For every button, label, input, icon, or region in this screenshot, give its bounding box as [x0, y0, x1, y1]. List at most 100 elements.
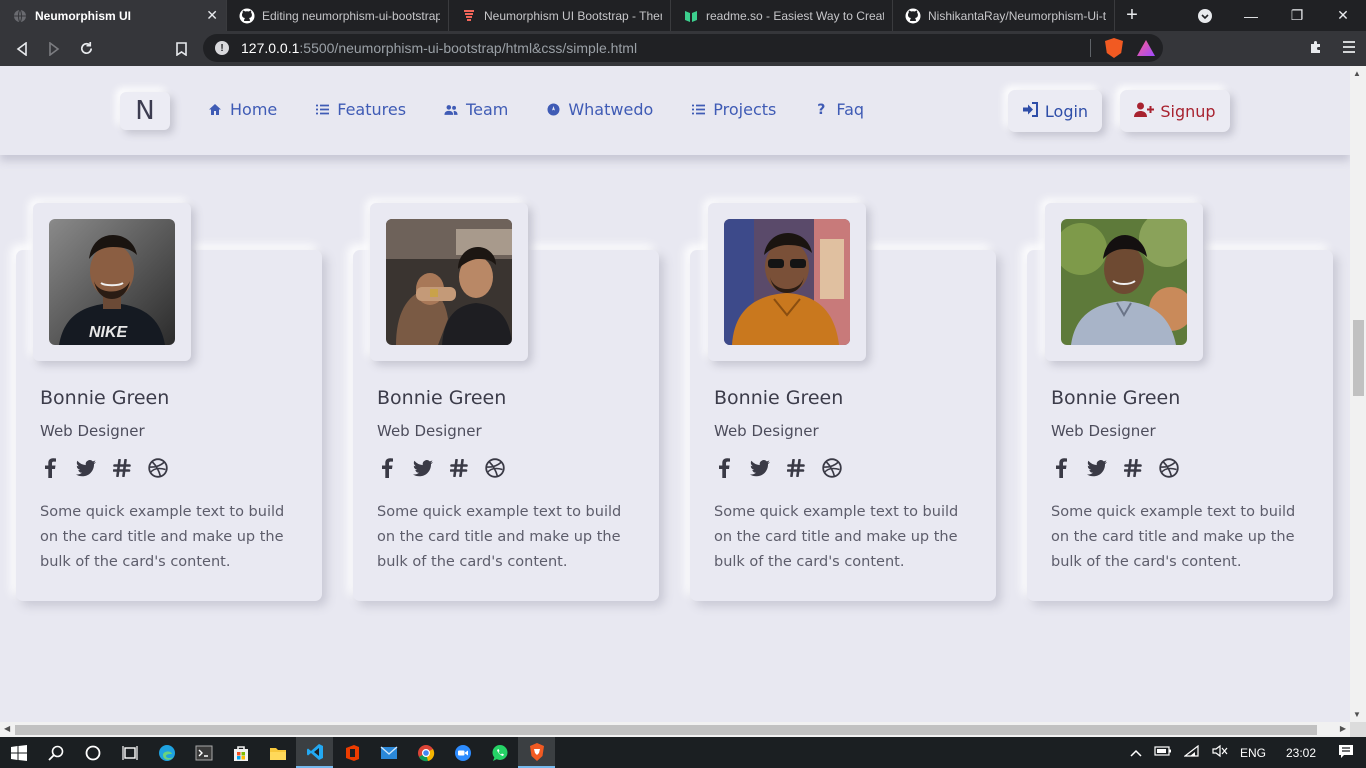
signup-button[interactable]: Signup	[1120, 90, 1230, 132]
notifications-icon[interactable]	[1338, 744, 1354, 762]
scroll-up-icon[interactable]: ▲	[1353, 69, 1361, 78]
nav-link-home[interactable]: Home	[208, 100, 277, 119]
compass-icon	[546, 103, 560, 116]
search-icon[interactable]	[37, 737, 74, 768]
facebook-icon[interactable]	[714, 458, 734, 478]
close-tab-icon[interactable]: ✕	[206, 7, 218, 24]
restore-icon[interactable]: ❐	[1274, 0, 1320, 31]
back-icon[interactable]	[6, 33, 38, 65]
minimize-icon[interactable]: —	[1228, 0, 1274, 31]
themesberg-icon	[461, 8, 477, 24]
dribbble-icon[interactable]	[485, 458, 505, 478]
cortana-icon[interactable]	[74, 737, 111, 768]
twitter-icon[interactable]	[750, 458, 770, 478]
brand-logo[interactable]: N	[120, 92, 170, 130]
scroll-right-icon[interactable]: ▶	[1340, 724, 1346, 733]
brave-rewards-icon[interactable]	[1137, 40, 1155, 56]
chrome-icon[interactable]	[407, 737, 444, 768]
nav-link-label: Home	[230, 100, 278, 119]
tab-search-icon[interactable]	[1182, 0, 1228, 31]
profile-photo: NIKE	[49, 219, 175, 345]
scroll-corner	[1350, 722, 1366, 737]
browser-toolbar: ! 127.0.0.1:5500/neumorphism-ui-bootstra…	[0, 31, 1366, 66]
battery-icon[interactable]	[1154, 745, 1172, 760]
tab-title: readme.so - Easiest Way to Create	[706, 8, 884, 23]
user-plus-icon	[1134, 102, 1155, 121]
forward-icon[interactable]	[38, 33, 70, 65]
nav-link-label: Features	[337, 100, 407, 119]
mail-icon[interactable]	[370, 737, 407, 768]
extensions-icon[interactable]	[1308, 39, 1324, 59]
url-text: 127.0.0.1:5500/neumorphism-ui-bootstrap/…	[241, 40, 638, 56]
slack-icon[interactable]	[449, 458, 469, 478]
windows-start-icon[interactable]	[0, 737, 37, 768]
volume-muted-icon[interactable]	[1212, 744, 1228, 761]
nav-link-features[interactable]: Features	[315, 100, 406, 119]
login-button[interactable]: Login	[1008, 90, 1102, 132]
store-icon[interactable]	[222, 737, 259, 768]
card-name: Bonnie Green	[714, 387, 844, 409]
brave-icon[interactable]	[518, 737, 555, 768]
nav-link-projects[interactable]: Projects	[691, 100, 776, 119]
whatsapp-icon[interactable]	[481, 737, 518, 768]
tab-neumorphism-ui[interactable]: Neumorphism UI ✕	[0, 0, 227, 31]
dribbble-icon[interactable]	[148, 458, 168, 478]
brave-shields-icon[interactable]	[1105, 38, 1123, 58]
tab-editing-neumorphism[interactable]: Editing neumorphism-ui-bootstrap	[227, 0, 449, 31]
tab-readme-so[interactable]: readme.so - Easiest Way to Create	[671, 0, 893, 31]
facebook-icon[interactable]	[40, 458, 60, 478]
language-indicator[interactable]: ENG	[1240, 746, 1266, 760]
users-icon	[444, 104, 458, 116]
card-name: Bonnie Green	[40, 387, 170, 409]
github-icon	[905, 8, 921, 24]
list-icon	[315, 104, 329, 115]
site-navbar: N Home Features Team Whatwedo Projects ?…	[0, 66, 1350, 155]
tab-neumorphism-bootstrap[interactable]: Neumorphism UI Bootstrap - Them	[449, 0, 671, 31]
slack-icon[interactable]	[112, 458, 132, 478]
bookmark-icon[interactable]	[165, 33, 197, 65]
horizontal-scroll-thumb[interactable]	[15, 725, 1317, 735]
scroll-left-icon[interactable]: ◀	[4, 724, 10, 733]
address-bar[interactable]: ! 127.0.0.1:5500/neumorphism-ui-bootstra…	[203, 34, 1163, 62]
card-text: Some quick example text to build on the …	[1051, 504, 1296, 570]
omnibox-divider	[1090, 39, 1091, 57]
task-view-icon[interactable]	[111, 737, 148, 768]
scroll-down-icon[interactable]: ▼	[1353, 710, 1361, 719]
profile-photo	[1061, 219, 1187, 345]
wifi-icon[interactable]	[1183, 744, 1200, 760]
zoom-icon[interactable]	[444, 737, 481, 768]
sign-in-icon	[1022, 101, 1039, 121]
vertical-scroll-thumb[interactable]	[1353, 320, 1364, 396]
twitter-icon[interactable]	[76, 458, 96, 478]
nav-link-faq[interactable]: ? Faq	[814, 100, 864, 119]
show-hidden-icons-icon[interactable]	[1130, 746, 1142, 760]
dribbble-icon[interactable]	[1159, 458, 1179, 478]
twitter-icon[interactable]	[413, 458, 433, 478]
tab-nishikantaray-repo[interactable]: NishikantaRay/Neumorphism-Ui-te	[893, 0, 1115, 31]
menu-icon[interactable]	[1342, 40, 1356, 57]
dribbble-icon[interactable]	[822, 458, 842, 478]
social-links	[40, 458, 168, 478]
slack-icon[interactable]	[786, 458, 806, 478]
close-window-icon[interactable]: ✕	[1320, 0, 1366, 31]
facebook-icon[interactable]	[1051, 458, 1071, 478]
vscode-icon[interactable]	[296, 737, 333, 768]
file-explorer-icon[interactable]	[259, 737, 296, 768]
reload-icon[interactable]	[70, 33, 102, 65]
site-info-icon[interactable]: !	[215, 41, 229, 55]
github-icon	[239, 8, 255, 24]
new-tab-button[interactable]: +	[1115, 0, 1149, 31]
slack-icon[interactable]	[1123, 458, 1143, 478]
facebook-icon[interactable]	[377, 458, 397, 478]
clock[interactable]: 23:02	[1286, 746, 1316, 760]
vertical-scrollbar[interactable]: ▲ ▼	[1350, 66, 1366, 722]
office-icon[interactable]	[333, 737, 370, 768]
terminal-icon[interactable]	[185, 737, 222, 768]
twitter-icon[interactable]	[1087, 458, 1107, 478]
tab-title: Neumorphism UI Bootstrap - Them	[484, 8, 662, 23]
nav-link-team[interactable]: Team	[444, 100, 508, 119]
nav-link-whatwedo[interactable]: Whatwedo	[546, 100, 653, 119]
readme-icon	[683, 8, 699, 24]
horizontal-scrollbar[interactable]: ◀ ▶	[0, 722, 1350, 737]
edge-icon[interactable]	[148, 737, 185, 768]
